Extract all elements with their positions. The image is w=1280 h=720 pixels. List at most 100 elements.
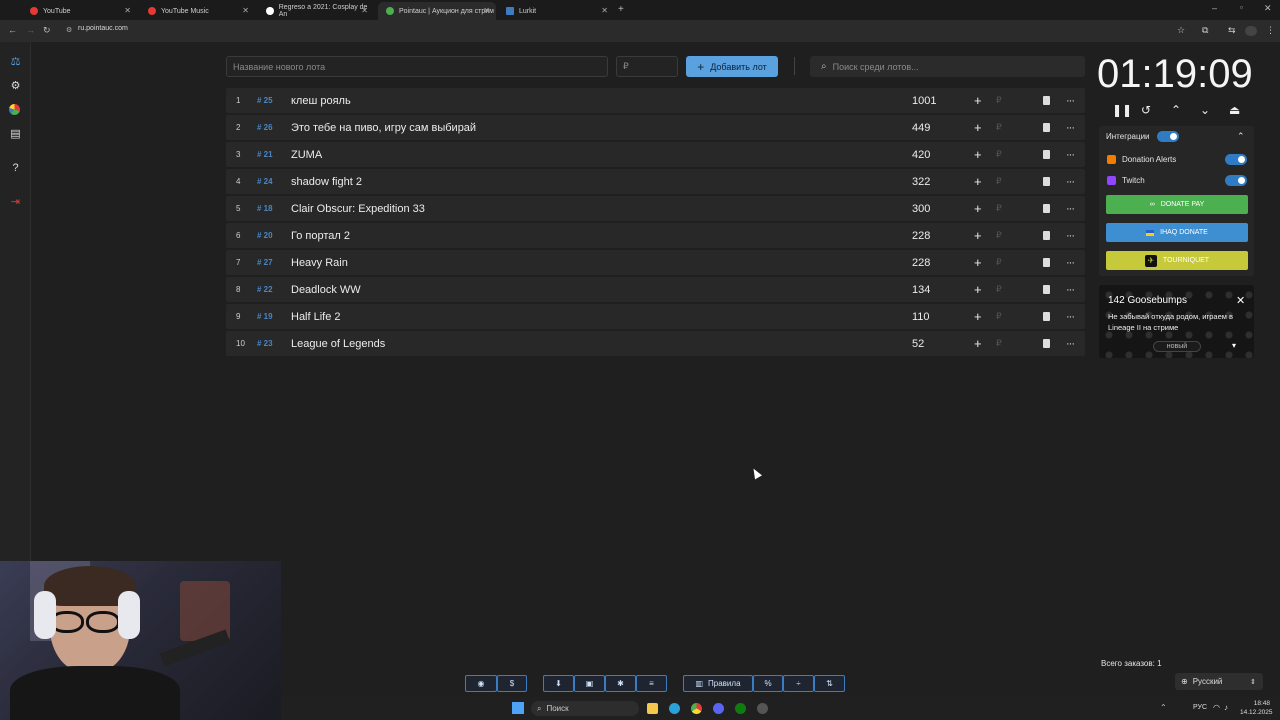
tab-pointauc[interactable]: Pointauc | Аукцион для стрим ✕: [378, 2, 496, 20]
add-amount-icon[interactable]: +: [974, 282, 982, 297]
more-options-icon[interactable]: ···: [1066, 311, 1075, 323]
language-select[interactable]: ⊕ Русский ⇕: [1175, 673, 1263, 690]
lot-row[interactable]: 9 # 19 Half Life 2 110 + ₽ ···: [226, 304, 1085, 329]
download-button[interactable]: ⬇: [543, 675, 574, 692]
add-amount-icon[interactable]: +: [974, 147, 982, 162]
chrome-icon[interactable]: [691, 703, 702, 714]
lot-row[interactable]: 2 # 26 Это тебе на пиво, игру сам выбирай 4…: [226, 115, 1085, 140]
clock-time[interactable]: 18:48: [1244, 700, 1270, 707]
donate-button[interactable]: $: [497, 675, 527, 692]
add-amount-icon[interactable]: +: [974, 201, 982, 216]
site-info-icon[interactable]: ⚙: [66, 26, 72, 34]
add-lot-button[interactable]: + Добавить лот: [686, 56, 778, 77]
timer-collapse-icon[interactable]: ⏏: [1229, 103, 1240, 117]
lot-name[interactable]: Half Life 2: [291, 311, 341, 323]
forward-icon[interactable]: →: [26, 25, 35, 35]
close-tab-icon[interactable]: ✕: [124, 6, 131, 15]
settings-icon[interactable]: ⚙: [9, 80, 22, 93]
chevron-up-icon[interactable]: ⌃: [1171, 103, 1181, 117]
chevron-down-icon[interactable]: ⌄: [1200, 103, 1210, 117]
lot-name[interactable]: League of Legends: [291, 338, 385, 350]
lot-row[interactable]: 5 # 18 Clair Obscur: Expedition 33 300 + ₽ ···: [226, 196, 1085, 221]
chevron-up-icon[interactable]: ⌃: [1237, 131, 1245, 142]
trash-icon[interactable]: [1043, 177, 1050, 186]
language-indicator[interactable]: РУС: [1193, 704, 1207, 711]
trash-icon[interactable]: [1043, 312, 1050, 321]
url-text[interactable]: ru.pointauc.com: [78, 25, 128, 32]
add-amount-icon[interactable]: +: [974, 174, 982, 189]
gavel-icon[interactable]: ⚖: [9, 56, 22, 69]
profile-avatar[interactable]: [1245, 26, 1257, 36]
more-options-icon[interactable]: ···: [1066, 230, 1075, 242]
twitch-toggle[interactable]: [1225, 175, 1247, 186]
currency-icon[interactable]: ₽: [996, 95, 1002, 106]
ihaq-donate-button[interactable]: IHAQ DONATE: [1106, 223, 1248, 242]
more-options-icon[interactable]: ···: [1066, 203, 1075, 215]
reload-icon[interactable]: ↻: [43, 25, 51, 36]
search-input[interactable]: ⌕ Поиск среди лотов...: [810, 56, 1085, 77]
donation-alerts-toggle[interactable]: [1225, 154, 1247, 165]
close-tab-icon[interactable]: ✕: [483, 6, 490, 15]
donatepay-button[interactable]: ∞ DONATE PAY: [1106, 195, 1248, 214]
currency-icon[interactable]: ₽: [996, 284, 1002, 295]
currency-icon[interactable]: ₽: [996, 257, 1002, 268]
lot-name[interactable]: Clair Obscur: Expedition 33: [291, 203, 425, 215]
amount-input[interactable]: ₽: [616, 56, 678, 77]
extensions-icon[interactable]: ⧉: [1202, 25, 1208, 36]
bug-report-button[interactable]: ✱: [605, 675, 636, 692]
trash-icon[interactable]: [1043, 339, 1050, 348]
lot-name[interactable]: ZUMA: [291, 149, 322, 161]
add-amount-icon[interactable]: +: [974, 255, 982, 270]
lot-name[interactable]: Deadlock WW: [291, 284, 361, 296]
maximize-icon[interactable]: ▫: [1240, 3, 1243, 12]
trash-icon[interactable]: [1043, 258, 1050, 267]
lot-row[interactable]: 3 # 21 ZUMA 420 + ₽ ···: [226, 142, 1085, 167]
lot-name[interactable]: Это тебе на пиво, игру сам выбирай: [291, 122, 476, 134]
more-options-icon[interactable]: ···: [1066, 257, 1075, 269]
close-tab-icon[interactable]: ✕: [361, 6, 368, 15]
add-amount-icon[interactable]: +: [974, 309, 982, 324]
lot-name[interactable]: клеш рояль: [291, 95, 351, 107]
volume-icon[interactable]: ♪: [1224, 703, 1228, 712]
telegram-icon[interactable]: [669, 703, 680, 714]
trash-icon[interactable]: [1043, 150, 1050, 159]
reset-icon[interactable]: ↺: [1141, 103, 1151, 117]
add-amount-icon[interactable]: +: [974, 120, 982, 135]
trash-icon[interactable]: [1043, 204, 1050, 213]
trash-icon[interactable]: [1043, 231, 1050, 240]
divide-button[interactable]: ÷: [783, 675, 814, 692]
help-icon[interactable]: ?: [9, 162, 22, 175]
currency-icon[interactable]: ₽: [996, 203, 1002, 214]
add-amount-icon[interactable]: +: [974, 228, 982, 243]
tourniquet-button[interactable]: ✈ TOURNIQUET: [1106, 251, 1248, 270]
wifi-icon[interactable]: ◠: [1213, 703, 1220, 712]
app-icon[interactable]: [757, 703, 768, 714]
chevron-down-icon[interactable]: ▾: [1232, 341, 1236, 350]
tab-cosplay[interactable]: Regreso a 2021: Cosplay de An ✕: [258, 2, 374, 20]
sort-button[interactable]: ⇅: [814, 675, 845, 692]
browser-menu-icon[interactable]: ⋮: [1266, 25, 1275, 36]
save-button[interactable]: ▣: [574, 675, 605, 692]
bookmark-star-icon[interactable]: ☆: [1177, 25, 1185, 36]
lot-row[interactable]: 8 # 22 Deadlock WW 134 + ₽ ···: [226, 277, 1085, 302]
taskbar-search[interactable]: ⌕ Поиск: [531, 701, 639, 716]
cast-icon[interactable]: ⇆: [1228, 25, 1236, 36]
tray-chevron-icon[interactable]: ⌃: [1160, 703, 1167, 712]
lot-row[interactable]: 1 # 25 клеш рояль 1001 + ₽ ···: [226, 88, 1085, 113]
integrations-toggle[interactable]: [1157, 131, 1179, 142]
tab-youtube-music[interactable]: YouTube Music ✕: [140, 2, 255, 20]
add-amount-icon[interactable]: +: [974, 336, 982, 351]
new-lot-input[interactable]: Название нового лота: [226, 56, 608, 77]
more-options-icon[interactable]: ···: [1066, 284, 1075, 296]
windows-start-icon[interactable]: [512, 702, 524, 714]
trash-icon[interactable]: [1043, 123, 1050, 132]
minimize-icon[interactable]: –: [1212, 3, 1217, 13]
clear-lots-button[interactable]: ≡: [636, 675, 667, 692]
close-tab-icon[interactable]: ✕: [601, 6, 608, 15]
lot-name[interactable]: Heavy Rain: [291, 257, 348, 269]
new-tab-icon[interactable]: +: [618, 4, 624, 15]
lot-name[interactable]: shadow fight 2: [291, 176, 362, 188]
currency-icon[interactable]: ₽: [996, 338, 1002, 349]
more-options-icon[interactable]: ···: [1066, 149, 1075, 161]
rules-button[interactable]: ▥ Правила: [683, 675, 753, 692]
